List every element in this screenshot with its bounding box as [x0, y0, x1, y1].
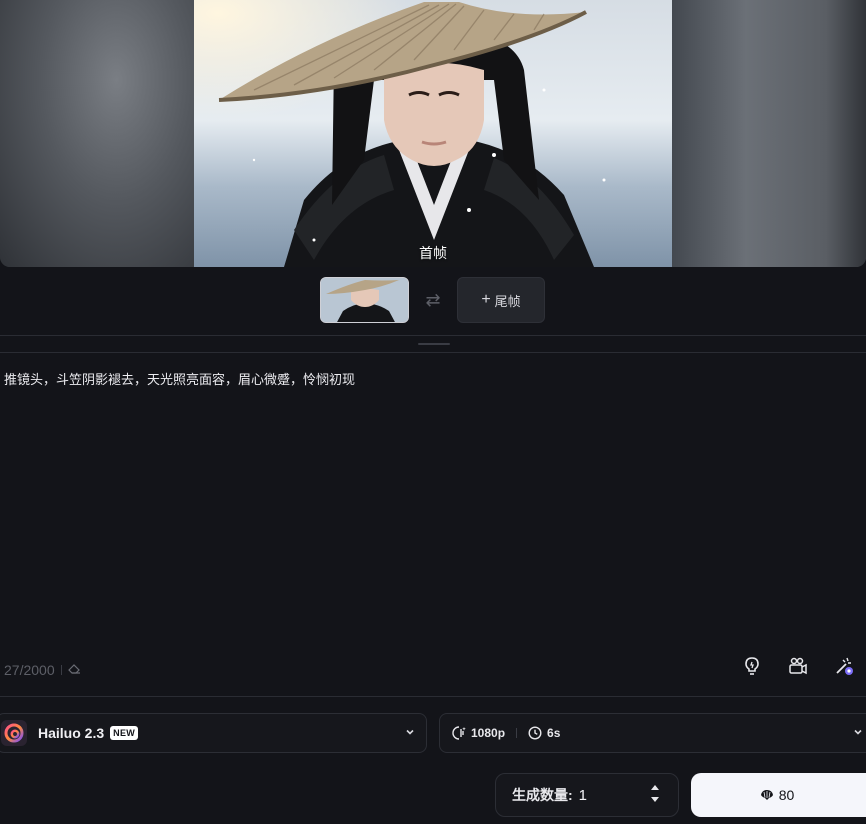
credit-cost: 80 — [778, 787, 795, 803]
resolution-icon — [452, 726, 466, 740]
decrement-icon[interactable] — [650, 796, 660, 803]
count-label: 生成数量: — [512, 787, 573, 803]
camera-movement-icon[interactable] — [786, 654, 810, 678]
add-end-frame-button[interactable]: + 尾帧 — [457, 277, 545, 323]
resize-handle[interactable] — [418, 343, 450, 345]
end-frame-label: 尾帧 — [494, 293, 521, 309]
prompt-textarea[interactable]: 推镜头，斗笠阴影褪去，天光照亮面容，眉心微蹙，怜悯初现 — [4, 370, 854, 640]
first-frame-label: 首帧 — [419, 245, 447, 261]
divider — [0, 335, 866, 336]
counter-separator — [60, 665, 62, 675]
plus-icon: + — [481, 291, 491, 308]
divider — [0, 696, 866, 697]
shell-icon — [760, 790, 773, 800]
settings-separator — [516, 728, 518, 738]
hailuo-logo-icon — [1, 720, 27, 746]
preview-blur-right — [666, 0, 866, 267]
first-frame-thumbnail[interactable] — [320, 277, 409, 323]
new-badge: NEW — [110, 726, 139, 740]
model-name: Hailuo 2.3 — [38, 725, 105, 741]
resolution-value: 1080p — [471, 726, 506, 740]
increment-icon[interactable] — [650, 784, 660, 791]
divider — [0, 352, 866, 353]
video-settings-selector[interactable]: 1080p 6s — [439, 713, 866, 753]
video-preview: 首帧 — [0, 0, 866, 267]
model-selector[interactable]: Hailuo 2.3 NEW — [0, 713, 427, 753]
duration-setting: 6s — [528, 726, 560, 740]
generate-button[interactable]: 80 — [691, 773, 866, 817]
first-frame-image — [194, 0, 672, 267]
character-counter: 27/2000 — [4, 662, 81, 678]
preview-blur-left — [0, 0, 194, 267]
stepper-arrows — [650, 784, 660, 803]
swap-frames-icon[interactable]: ⇄ — [409, 290, 457, 311]
counter-text: 27/2000 — [4, 662, 55, 678]
magic-wand-icon[interactable] — [832, 654, 856, 678]
clear-prompt-icon[interactable] — [67, 663, 81, 677]
count-value: 1 — [578, 786, 588, 804]
chevron-down-icon — [854, 729, 862, 735]
chevron-down-icon — [406, 729, 414, 735]
lightbulb-icon[interactable] — [740, 654, 764, 678]
prompt-tools — [740, 654, 856, 678]
duration-value: 6s — [547, 726, 561, 740]
frame-selector: ⇄ + 尾帧 — [320, 277, 545, 323]
generation-count-stepper[interactable]: 生成数量: 1 — [495, 773, 679, 817]
clock-icon — [528, 726, 542, 740]
resolution-setting: 1080p — [452, 726, 505, 740]
